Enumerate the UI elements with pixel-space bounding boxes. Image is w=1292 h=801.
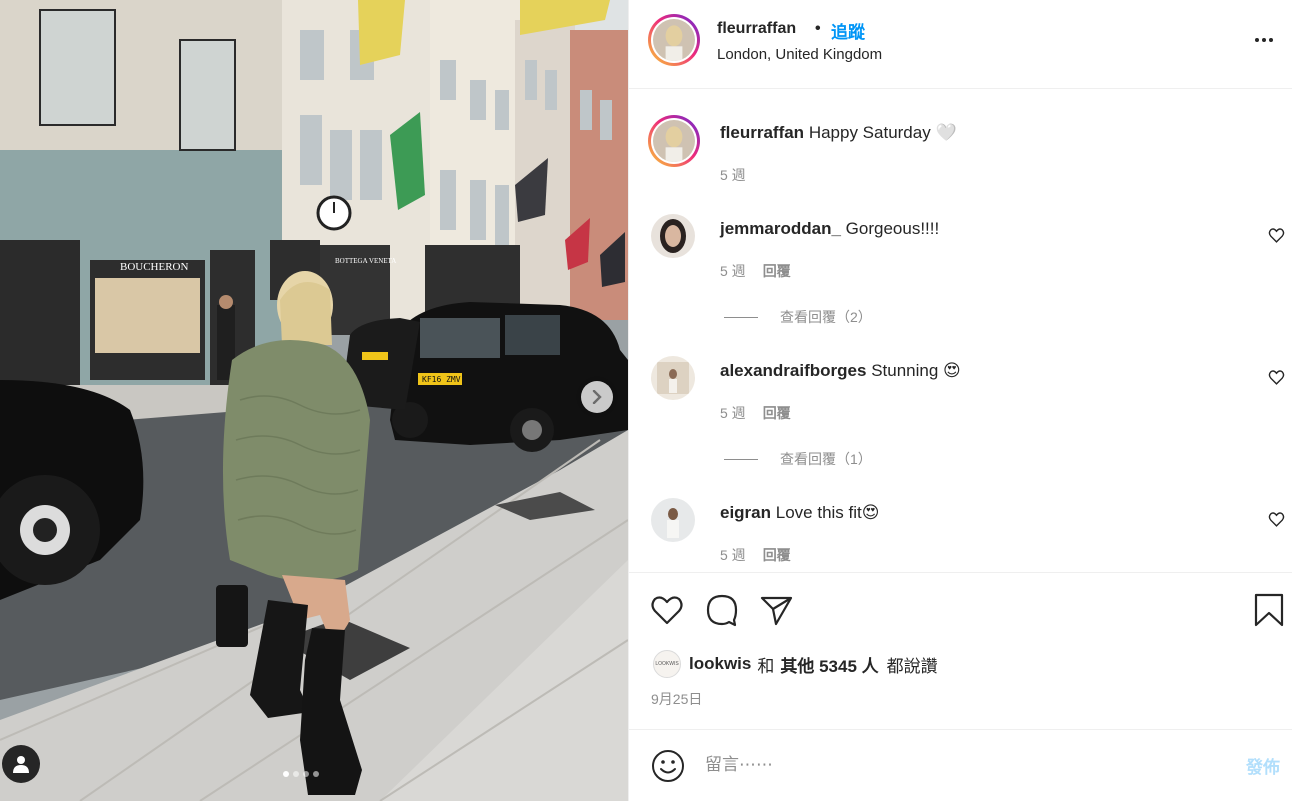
avatar-image bbox=[653, 120, 695, 162]
comment-username[interactable]: eigran bbox=[720, 503, 771, 522]
like-comment-heart-icon[interactable] bbox=[1268, 227, 1285, 244]
reply-button[interactable]: 回覆 bbox=[763, 545, 791, 565]
caption-meta: 5 週 bbox=[720, 165, 746, 185]
liker-avatar[interactable]: LOOKWIS bbox=[653, 650, 681, 678]
carousel-dot bbox=[293, 771, 299, 777]
likes-summary[interactable]: LOOKWIS lookwis 和 其他 5345 人 都說讚 bbox=[653, 650, 938, 678]
replies-dash bbox=[724, 316, 758, 318]
share-send-icon[interactable] bbox=[758, 592, 794, 628]
caption-username[interactable]: fleurraffan bbox=[720, 123, 804, 142]
likes-others-count[interactable]: 其他 5345 人 bbox=[780, 652, 878, 677]
avatar-image bbox=[653, 19, 695, 61]
view-replies-label: 查看回覆（1） bbox=[780, 451, 872, 467]
view-replies-button[interactable]: 查看回覆（1） bbox=[724, 449, 872, 469]
comment-text: jemmaroddan_ Gorgeous!!!! bbox=[720, 219, 939, 239]
comment-text: alexandraifborges Stunning 😍 bbox=[720, 361, 961, 381]
more-dot bbox=[1262, 38, 1266, 42]
comment-time[interactable]: 5 週 bbox=[720, 403, 746, 423]
follow-button[interactable]: 追蹤 bbox=[831, 18, 865, 43]
post-location[interactable]: London, United Kingdom bbox=[717, 46, 882, 63]
user-icon bbox=[13, 756, 29, 773]
post-comment-button[interactable]: 發佈 bbox=[1246, 753, 1280, 778]
likes-suffix: 都說讚 bbox=[886, 656, 938, 676]
carousel-dot bbox=[303, 771, 309, 777]
comment-username[interactable]: alexandraifborges bbox=[720, 361, 866, 380]
like-comment-heart-icon[interactable] bbox=[1268, 369, 1285, 386]
post-date[interactable]: 9月25日 bbox=[651, 689, 702, 709]
chevron-right-icon bbox=[592, 390, 602, 404]
boucheron-sign: BOUCHERON bbox=[120, 261, 189, 273]
comment-meta: 5 週 回覆 bbox=[720, 261, 791, 281]
comment-input[interactable] bbox=[705, 752, 1225, 778]
comment-body: Gorgeous!!!! bbox=[845, 219, 940, 238]
comment-time[interactable]: 5 週 bbox=[720, 545, 746, 565]
commenter-avatar[interactable] bbox=[651, 214, 695, 258]
bookmark-save-icon[interactable] bbox=[1251, 592, 1287, 628]
carousel-dot bbox=[283, 771, 289, 777]
post-actions: LOOKWIS lookwis 和 其他 5345 人 都說讚 9月25日 bbox=[629, 572, 1292, 729]
street-photo-illustration: BOUCHERON BOTTEGA VENETA KF16 ZMV bbox=[0, 0, 628, 801]
comment-text: eigran Love this fit😍 bbox=[720, 503, 879, 523]
comment-body: Love this fit😍 bbox=[775, 503, 880, 522]
post-header: fleurraffan • 追蹤 London, United Kingdom bbox=[629, 0, 1292, 89]
more-options-button[interactable] bbox=[1255, 38, 1273, 42]
more-dot bbox=[1269, 38, 1273, 42]
comment-bubble-icon[interactable] bbox=[704, 592, 740, 628]
commenter-avatar[interactable] bbox=[651, 356, 695, 400]
view-replies-button[interactable]: 查看回覆（2） bbox=[724, 307, 872, 327]
more-dot bbox=[1255, 38, 1259, 42]
bottega-sign: BOTTEGA VENETA bbox=[335, 257, 396, 265]
reply-button[interactable]: 回覆 bbox=[763, 261, 791, 281]
tagged-users-button[interactable] bbox=[2, 745, 40, 783]
comment-body: Stunning 😍 bbox=[871, 361, 961, 380]
emoji-smiley-icon[interactable] bbox=[650, 748, 686, 784]
commenter-avatar[interactable] bbox=[651, 498, 695, 542]
author-avatar[interactable] bbox=[648, 14, 700, 66]
caption-body: Happy Saturday 🤍 bbox=[808, 123, 957, 142]
liker-username[interactable]: lookwis bbox=[689, 654, 751, 674]
replies-dash bbox=[724, 458, 758, 460]
comment-username[interactable]: jemmaroddan_ bbox=[720, 219, 841, 238]
like-heart-icon[interactable] bbox=[649, 592, 685, 628]
liker-avatar-logo: LOOKWIS bbox=[655, 661, 679, 667]
caption-avatar[interactable] bbox=[648, 115, 700, 167]
carousel-next-button[interactable] bbox=[581, 381, 613, 413]
comment-time[interactable]: 5 週 bbox=[720, 261, 746, 281]
carousel-indicator bbox=[283, 771, 319, 777]
post-details-panel: fleurraffan • 追蹤 London, United Kingdom … bbox=[628, 0, 1292, 801]
cab-plate: KF16 ZMV bbox=[422, 375, 461, 384]
likes-and: 和 bbox=[757, 656, 775, 676]
author-username[interactable]: fleurraffan bbox=[717, 20, 796, 38]
comment-meta: 5 週 回覆 bbox=[720, 545, 791, 565]
post-photo[interactable]: BOUCHERON BOTTEGA VENETA KF16 ZMV bbox=[0, 0, 628, 801]
add-comment-bar: 發佈 bbox=[629, 729, 1292, 801]
view-replies-label: 查看回覆（2） bbox=[780, 309, 872, 325]
caption-text: fleurraffan Happy Saturday 🤍 bbox=[720, 123, 957, 143]
carousel-dot bbox=[313, 771, 319, 777]
comment-meta: 5 週 回覆 bbox=[720, 403, 791, 423]
header-separator: • bbox=[815, 20, 821, 37]
reply-button[interactable]: 回覆 bbox=[763, 403, 791, 423]
comments-list[interactable]: fleurraffan Happy Saturday 🤍 5 週 jemmaro… bbox=[629, 90, 1292, 572]
caption-time[interactable]: 5 週 bbox=[720, 165, 746, 185]
like-comment-heart-icon[interactable] bbox=[1268, 511, 1285, 528]
